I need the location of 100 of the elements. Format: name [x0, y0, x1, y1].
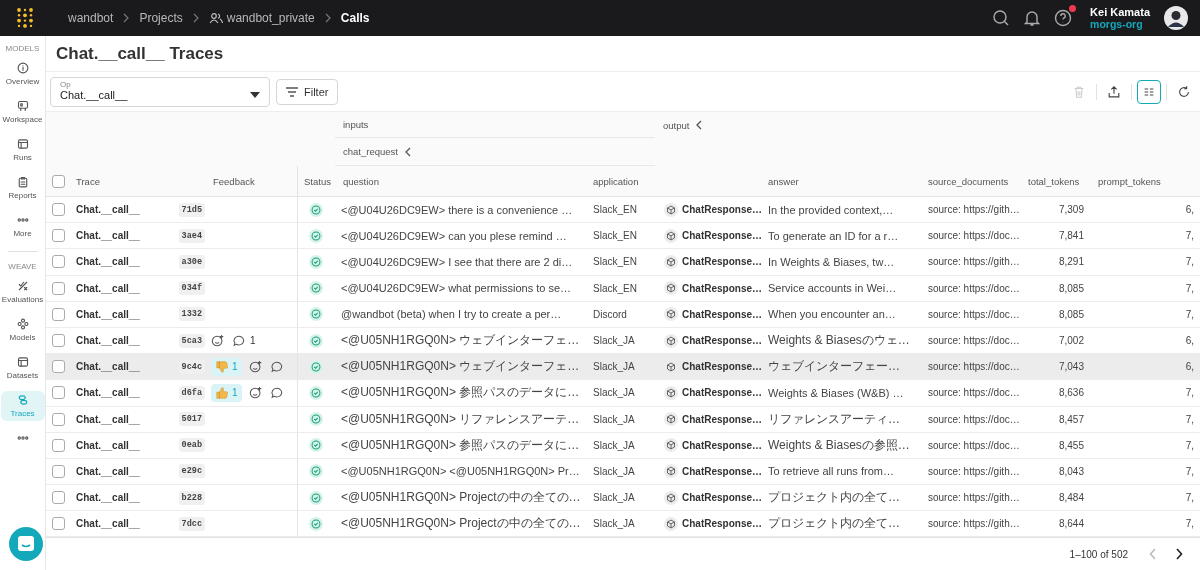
comment-button[interactable] — [269, 385, 284, 400]
table-cell-text: Slack_JA — [592, 438, 636, 453]
object-link[interactable]: ChatResponse… — [664, 254, 762, 269]
row-checkbox[interactable] — [52, 229, 65, 243]
row-checkbox[interactable] — [52, 281, 65, 295]
trace-name[interactable]: Chat.__call__ — [76, 518, 140, 530]
search-icon[interactable] — [992, 9, 1011, 27]
row-checkbox[interactable] — [52, 464, 65, 478]
column-group-header[interactable]: output — [655, 112, 1200, 138]
select-all-checkbox[interactable] — [52, 174, 65, 188]
table-cell-text: <@U04U26DC9EW> there is a convenience … — [340, 202, 574, 218]
table-cell-text: 8,043 — [1057, 464, 1085, 479]
sidebar-item[interactable]: Runs — [0, 135, 45, 165]
table-cell-text: 7,002 — [1057, 334, 1085, 349]
object-link[interactable]: ChatResponse… — [664, 333, 762, 348]
trace-name[interactable]: Chat.__call__ — [76, 230, 140, 242]
breadcrumb-link[interactable]: Calls — [340, 11, 370, 25]
add-reaction-button[interactable] — [211, 333, 225, 348]
sidebar-item[interactable]: Datasets — [0, 353, 45, 383]
filter-button[interactable]: Filter — [276, 78, 339, 105]
table-cell-text: source: https://gith… — [927, 464, 1020, 479]
table-cell-text: To generate an ID for a r… — [767, 228, 900, 244]
section-label: MODELS — [5, 44, 40, 53]
cube-icon — [664, 307, 678, 322]
add-reaction-button[interactable] — [248, 359, 263, 374]
table-cell-text: Slack_JA — [592, 360, 636, 375]
object-link[interactable]: ChatResponse… — [664, 438, 762, 453]
column-header: Feedback — [212, 174, 256, 189]
table-cell-text: source: https://doc… — [927, 334, 1020, 349]
org-name[interactable]: morgs-org — [1090, 18, 1150, 30]
column-group-header[interactable]: chat_request — [335, 138, 655, 166]
sidebar-item[interactable]: Overview — [0, 59, 45, 89]
breadcrumb-link[interactable]: Projects — [139, 11, 183, 25]
object-link[interactable]: ChatResponse… — [664, 359, 762, 374]
sidebar-item[interactable]: Evaluations — [0, 277, 45, 307]
trace-name[interactable]: Chat.__call__ — [76, 492, 140, 504]
refresh-icon — [1177, 84, 1191, 99]
chevron-icon — [323, 13, 332, 23]
trace-name[interactable]: Chat.__call__ — [76, 413, 140, 425]
table-cell-text: Slack_JA — [592, 491, 636, 506]
trace-name[interactable]: Chat.__call__ — [76, 387, 140, 399]
table-cell-text: 7,841 — [1057, 229, 1085, 244]
object-link[interactable]: ChatResponse… — [664, 228, 762, 243]
row-checkbox[interactable] — [52, 491, 65, 505]
table-cell-text: 7, — [1184, 307, 1195, 322]
row-checkbox[interactable] — [52, 517, 65, 531]
chat-button[interactable] — [9, 527, 43, 561]
breadcrumb-link[interactable]: wandbot_private — [208, 11, 315, 25]
object-link[interactable]: ChatResponse… — [664, 464, 762, 479]
table-cell-text: 7,043 — [1057, 360, 1085, 375]
trace-name[interactable]: Chat.__call__ — [76, 361, 140, 373]
table-cell-text: 8,636 — [1057, 386, 1085, 401]
object-link[interactable]: ChatResponse… — [664, 281, 762, 296]
object-link[interactable]: ChatResponse… — [664, 412, 762, 427]
row-checkbox[interactable] — [52, 386, 65, 400]
column-header: prompt_tokens — [1097, 174, 1162, 189]
trace-id: 3ae4 — [178, 228, 205, 243]
trace-name[interactable]: Chat.__call__ — [76, 204, 140, 216]
trace-name[interactable]: Chat.__call__ — [76, 308, 140, 320]
table-cell-text: source: https://doc… — [927, 229, 1020, 244]
trace-name[interactable]: Chat.__call__ — [76, 282, 140, 294]
op-dropdown[interactable]: Op Chat.__call__ — [50, 76, 270, 107]
comment-button[interactable] — [269, 359, 284, 374]
object-link[interactable]: ChatResponse… — [664, 307, 762, 322]
row-checkbox[interactable] — [52, 203, 65, 217]
trace-name[interactable]: Chat.__call__ — [76, 335, 140, 347]
table-cell-text: 6, — [1184, 334, 1195, 349]
breadcrumb-link[interactable]: wandbot — [68, 11, 114, 25]
add-reaction-button[interactable] — [248, 385, 263, 400]
help-icon[interactable] — [1054, 9, 1073, 27]
thumbs-up-icon — [215, 385, 229, 400]
object-link[interactable]: ChatResponse… — [664, 516, 762, 531]
trace-name[interactable]: Chat.__call__ — [76, 439, 140, 451]
row-checkbox[interactable] — [52, 255, 65, 269]
trace-name[interactable]: Chat.__call__ — [76, 256, 140, 268]
row-checkbox[interactable] — [52, 307, 65, 321]
cube-icon — [664, 228, 678, 243]
table-cell-text: 7, — [1184, 517, 1195, 532]
trace-name[interactable]: Chat.__call__ — [76, 465, 140, 477]
columns-button[interactable] — [1137, 79, 1161, 104]
sidebar-item[interactable]: Reports — [0, 173, 45, 203]
sidebar-item[interactable]: Models — [0, 315, 45, 345]
object-link[interactable]: ChatResponse… — [664, 385, 762, 400]
cube-icon — [664, 516, 678, 531]
table-cell-text: ウェブインターフェー… — [767, 358, 901, 376]
row-checkbox[interactable] — [52, 412, 65, 426]
object-link[interactable]: ChatResponse… — [664, 202, 762, 217]
table-cell-text: Slack_EN — [592, 255, 638, 270]
column-header: total_tokens — [1027, 174, 1081, 189]
comment-button[interactable]: 1 — [232, 333, 256, 348]
row-checkbox[interactable] — [52, 334, 65, 348]
row-checkbox[interactable] — [52, 360, 65, 374]
object-link[interactable]: ChatResponse… — [664, 490, 762, 505]
bell-icon[interactable] — [1024, 9, 1041, 27]
avatar[interactable] — [1164, 6, 1188, 30]
user-name: Kei Kamata — [1090, 6, 1150, 18]
sidebar-item[interactable]: Workspace — [0, 97, 45, 127]
comment-icon — [232, 333, 246, 348]
row-checkbox[interactable] — [52, 438, 65, 452]
sidebar-item[interactable]: More — [0, 211, 45, 241]
